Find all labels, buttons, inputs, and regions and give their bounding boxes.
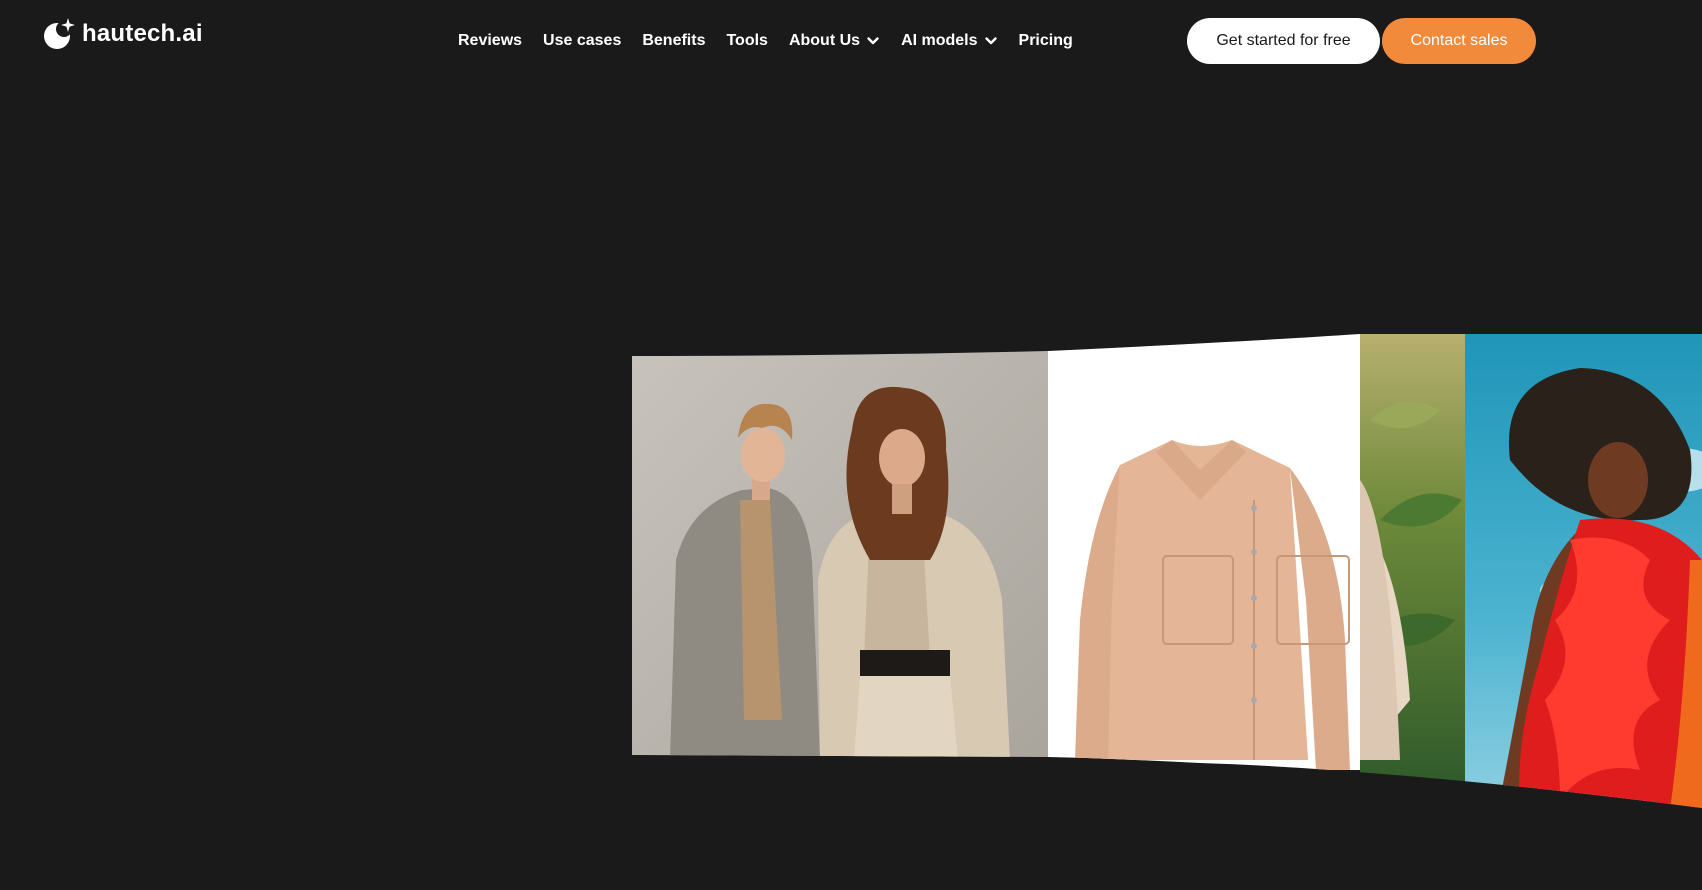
tropical-foliage-photo — [1360, 334, 1465, 790]
hero-image-gallery — [632, 334, 1702, 808]
couple-in-neutral-tailoring-photo — [632, 334, 1048, 770]
peach-overshirt-product-photo — [1048, 334, 1360, 770]
model-in-red-ruffle-dress-photo — [1465, 334, 1702, 808]
